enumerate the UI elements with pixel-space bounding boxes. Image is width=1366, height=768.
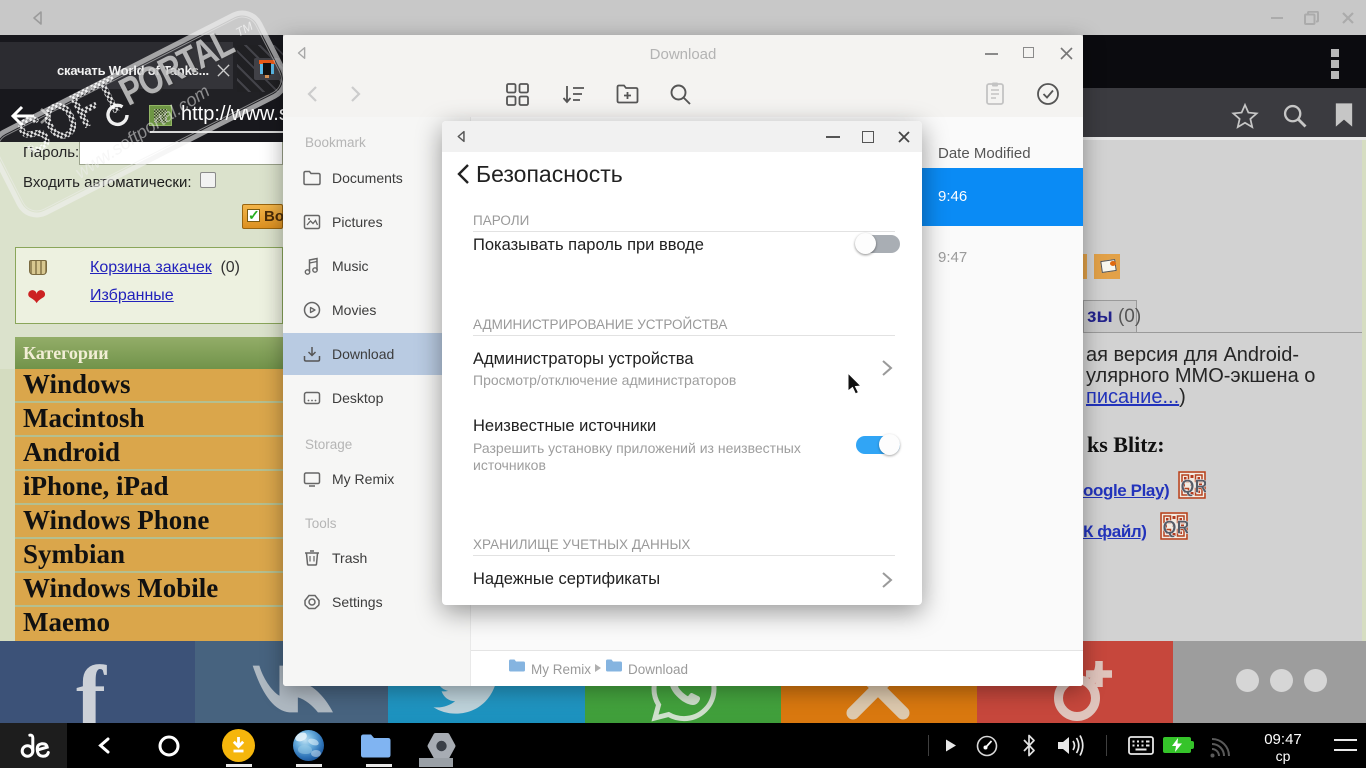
svg-text:QR: QR <box>1163 518 1189 538</box>
svg-text:QR: QR <box>1181 477 1207 497</box>
